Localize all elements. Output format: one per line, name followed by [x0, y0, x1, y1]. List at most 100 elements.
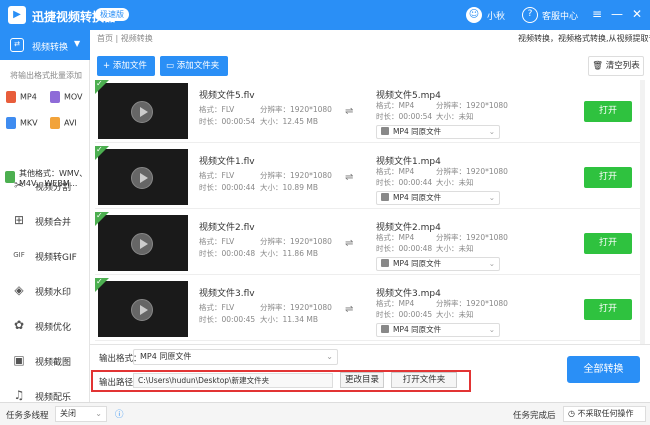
source-size: 11.34 MB [282, 315, 318, 324]
file-row[interactable]: ✓ 视频文件2.flv 格式：FLV 分辨率：1920*1080 时长：00:0… [95, 211, 645, 275]
open-button[interactable]: 打开 [584, 233, 632, 254]
add-folder-button[interactable]: ▭ 添加文件夹 [160, 56, 228, 76]
video-thumbnail[interactable] [98, 281, 188, 337]
output-resolution: 1920*1080 [466, 299, 508, 308]
mp4-icon [6, 91, 16, 103]
format-mp4[interactable]: MP4 [6, 91, 37, 103]
edition-badge: 极速版 [95, 8, 129, 21]
multithread-label: 任务多线程 [6, 411, 49, 421]
headset-icon[interactable]: ? [522, 7, 538, 23]
sidebar-item-split[interactable]: ✂ 视频分割 [0, 171, 90, 201]
sidebar: ⇄ 视频转换 ▼ 将输出格式批量添加 MP4 MOV MKV AVI 其他格式：… [0, 30, 90, 402]
chevron-down-icon: ⌄ [95, 409, 102, 418]
output-format: MP4 [398, 299, 415, 308]
source-duration: 00:00:44 [221, 183, 256, 192]
format-avi[interactable]: AVI [50, 117, 77, 129]
output-format: MP4 [398, 233, 415, 242]
chevron-down-icon: ⌄ [488, 325, 495, 334]
add-file-button[interactable]: + 添加文件 [97, 56, 155, 76]
file-row[interactable]: ✓ 视频文件5.flv 格式：FLV 分辨率：1920*1080 时长：00:0… [95, 80, 645, 143]
watermark-icon: ◈ [14, 283, 24, 297]
source-duration: 00:00:54 [221, 117, 256, 126]
file-row[interactable]: ✓ 视频文件1.flv 格式：FLV 分辨率：1920*1080 时长：00:0… [95, 145, 645, 209]
sidebar-item-screenshot[interactable]: ▣ 视频截图 [0, 346, 90, 376]
output-size: 未知 [458, 310, 474, 319]
checkmark-icon[interactable]: ✓ [95, 80, 109, 94]
optimize-icon: ✿ [13, 318, 25, 332]
sidebar-item-music[interactable]: ♫ 视频配乐 [0, 381, 90, 402]
service-center-link[interactable]: 客服中心 [542, 9, 578, 22]
format-mov[interactable]: MOV [50, 91, 83, 103]
checkmark-icon[interactable]: ✓ [95, 277, 109, 292]
trash-icon: 🗑 [592, 61, 606, 71]
user-avatar-icon[interactable]: ☺ [466, 7, 482, 23]
video-thumbnail[interactable] [98, 149, 188, 205]
clear-list-button[interactable]: 🗑 清空列表 [588, 56, 644, 76]
output-resolution: 1920*1080 [466, 101, 508, 110]
row-format-select[interactable]: MP4 同原文件 ⌄ [376, 125, 500, 139]
music-icon: ♫ [13, 388, 25, 402]
output-format-select[interactable]: MP4 同原文件 ⌄ [133, 349, 338, 365]
source-resolution: 1920*1080 [290, 303, 332, 312]
checkmark-icon[interactable]: ✓ [95, 211, 109, 226]
file-list: ✓ 视频文件5.flv 格式：FLV 分辨率：1920*1080 时长：00:0… [95, 80, 645, 344]
source-format: FLV [221, 237, 235, 246]
app-logo-icon: ▶ [8, 6, 26, 24]
sidebar-item-watermark[interactable]: ◈ 视频水印 [0, 276, 90, 306]
source-filename: 视频文件5.flv [199, 91, 255, 101]
video-thumbnail[interactable] [98, 83, 188, 139]
title-bar: ▶ 迅捷视频转换器 极速版 ☺ 小秋 ? 客服中心 ≡ — ✕ [0, 0, 650, 30]
sidebar-item-optimize[interactable]: ✿ 视频优化 [0, 311, 90, 341]
video-format-icon [381, 259, 389, 267]
video-format-icon [381, 325, 389, 333]
output-duration: 00:00:45 [398, 310, 433, 319]
change-directory-button[interactable]: 更改目录 [340, 372, 384, 388]
source-filename: 视频文件3.flv [199, 289, 255, 299]
file-row[interactable]: ✓ 视频文件3.flv 格式：FLV 分辨率：1920*1080 时长：00:0… [95, 277, 645, 341]
sidebar-item-label: 视频转换 [32, 43, 69, 53]
output-duration: 00:00:54 [398, 112, 433, 121]
gif-icon: GIF [13, 251, 25, 259]
info-icon[interactable]: ⓘ [115, 408, 124, 420]
chevron-down-icon: ⌄ [326, 352, 333, 361]
row-format-select[interactable]: MP4 同原文件 ⌄ [376, 191, 500, 205]
open-button[interactable]: 打开 [584, 299, 632, 320]
close-button[interactable]: ✕ [630, 6, 644, 22]
row-format-select[interactable]: MP4 同原文件 ⌄ [376, 257, 500, 271]
sidebar-item-video-convert[interactable]: ⇄ 视频转换 ▼ [0, 30, 90, 60]
sidebar-item-merge[interactable]: ⊞ 视频合并 [0, 206, 90, 236]
multithread-select[interactable]: 关闭 ⌄ [55, 406, 107, 422]
video-thumbnail[interactable] [98, 215, 188, 271]
convert-arrow-icon: ⇌ [345, 304, 354, 315]
source-size: 10.89 MB [282, 183, 318, 192]
sidebar-item-gif[interactable]: GIF 视频转GIF [0, 241, 90, 271]
output-size: 未知 [458, 112, 474, 121]
open-button[interactable]: 打开 [584, 167, 632, 188]
after-task-label: 任务完成后 [513, 411, 556, 421]
mov-icon [50, 91, 60, 103]
convert-all-button[interactable]: 全部转换 [567, 356, 640, 383]
mkv-icon [6, 117, 16, 129]
scissors-icon: ✂ [13, 178, 25, 192]
minimize-button[interactable]: — [610, 6, 624, 22]
after-task-select[interactable]: ◷ 不采取任何操作 [563, 406, 646, 422]
format-mkv[interactable]: MKV [6, 117, 38, 129]
source-format: FLV [221, 105, 235, 114]
convert-arrow-icon: ⇌ [345, 238, 354, 249]
output-resolution: 1920*1080 [466, 233, 508, 242]
checkmark-icon[interactable]: ✓ [95, 145, 109, 160]
status-bar: 任务多线程 关闭 ⌄ ⓘ 任务完成后 ◷ 不采取任何操作 [0, 402, 650, 425]
convert-arrow-icon: ⇌ [345, 172, 354, 183]
username[interactable]: 小秋 [487, 9, 505, 22]
scrollbar[interactable] [640, 80, 645, 344]
open-button[interactable]: 打开 [584, 101, 632, 122]
output-path-field[interactable]: C:\Users\hudun\Desktop\新建文件夹 [133, 373, 333, 388]
output-size: 未知 [458, 244, 474, 253]
source-format: FLV [221, 171, 235, 180]
open-folder-button[interactable]: 打开文件夹 [391, 372, 457, 388]
output-panel: 输出格式： MP4 同原文件 ⌄ 输出路径： C:\Users\hudun\Des… [90, 344, 650, 402]
source-size: 11.86 MB [282, 249, 318, 258]
row-format-select[interactable]: MP4 同原文件 ⌄ [376, 323, 500, 337]
clock-icon: ◷ [568, 409, 578, 418]
menu-icon[interactable]: ≡ [590, 6, 604, 22]
